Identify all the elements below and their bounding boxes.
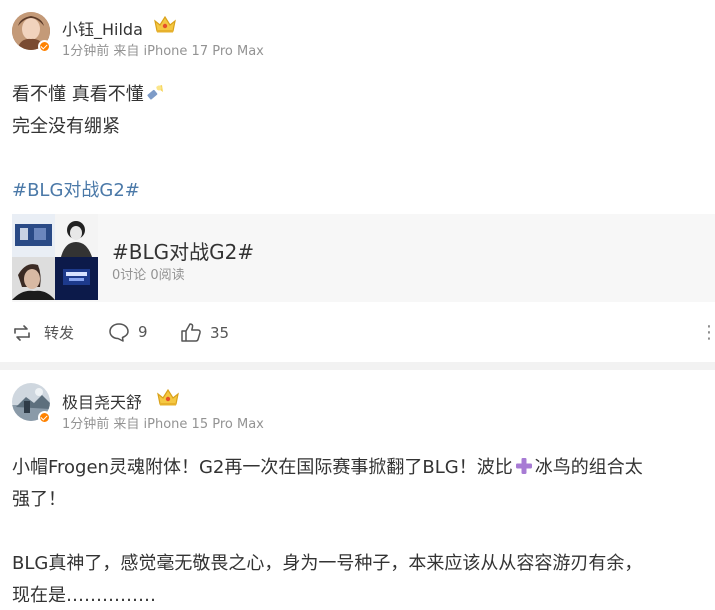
username[interactable]: 小钰_Hilda	[62, 16, 143, 40]
content-line: 看不懂 真看不懂	[12, 84, 144, 105]
crown-icon	[154, 15, 176, 33]
topic-title: #BLG对战G2#	[112, 240, 255, 264]
like-button[interactable]: 35	[180, 322, 229, 343]
post-meta: 1分钟前 来自 iPhone 15 Pro Max	[62, 417, 264, 432]
more-icon[interactable]: ⋮	[700, 322, 715, 343]
content-line: 强了！	[12, 489, 66, 510]
comment-icon	[109, 323, 129, 342]
topic-card[interactable]: #BLG对战G2# 0讨论 0阅读	[12, 214, 715, 302]
content-line: 完全没有绷紧	[12, 116, 120, 137]
post-content: 小帽Frogen灵魂附体！G2再一次在国际赛事掀翻了BLG！波比 冰鸟的组合太 强…	[12, 452, 707, 610]
hashtag-link[interactable]: #BLG对战G2#	[12, 175, 165, 207]
post-content: 看不懂 真看不懂 完全没有绷紧 #BLG对战G2#	[12, 79, 165, 207]
post-meta: 1分钟前 来自 iPhone 17 Pro Max	[62, 44, 264, 59]
username[interactable]: 极目尧天舒	[62, 389, 142, 413]
content-line: 现在是……………	[12, 585, 156, 606]
verified-badge-icon	[38, 411, 51, 424]
crown-icon	[157, 388, 179, 406]
topic-thumbnail	[12, 257, 55, 300]
topic-thumbnail	[55, 257, 98, 300]
content-line: BLG真神了，感觉毫无敬畏之心，身为一号种子，本来应该从从容容游刃有余，	[12, 553, 643, 574]
verified-badge-icon	[38, 40, 51, 53]
topic-stats: 0讨论 0阅读	[112, 268, 185, 283]
repost-label: 转发	[44, 324, 75, 342]
comment-button[interactable]: 9	[108, 322, 148, 342]
plus-emoji-icon	[515, 458, 532, 474]
like-count: 35	[210, 323, 230, 342]
content-line: 冰鸟的组合太	[534, 457, 643, 478]
flashlight-emoji-icon	[147, 85, 163, 100]
comment-count: 9	[138, 323, 148, 341]
like-icon	[181, 323, 201, 342]
topic-thumbnail	[12, 214, 55, 257]
post-separator	[0, 362, 715, 370]
topic-thumbnail	[55, 214, 98, 257]
repost-button[interactable]: 转发	[12, 322, 74, 343]
content-line: 小帽Frogen灵魂附体！G2再一次在国际赛事掀翻了BLG！波比	[12, 457, 513, 478]
repost-icon	[14, 324, 30, 341]
weibo-post-1: 小钰_Hilda 1分钟前 来自 iPhone 17 Pro Max 看不懂 真…	[0, 0, 715, 362]
